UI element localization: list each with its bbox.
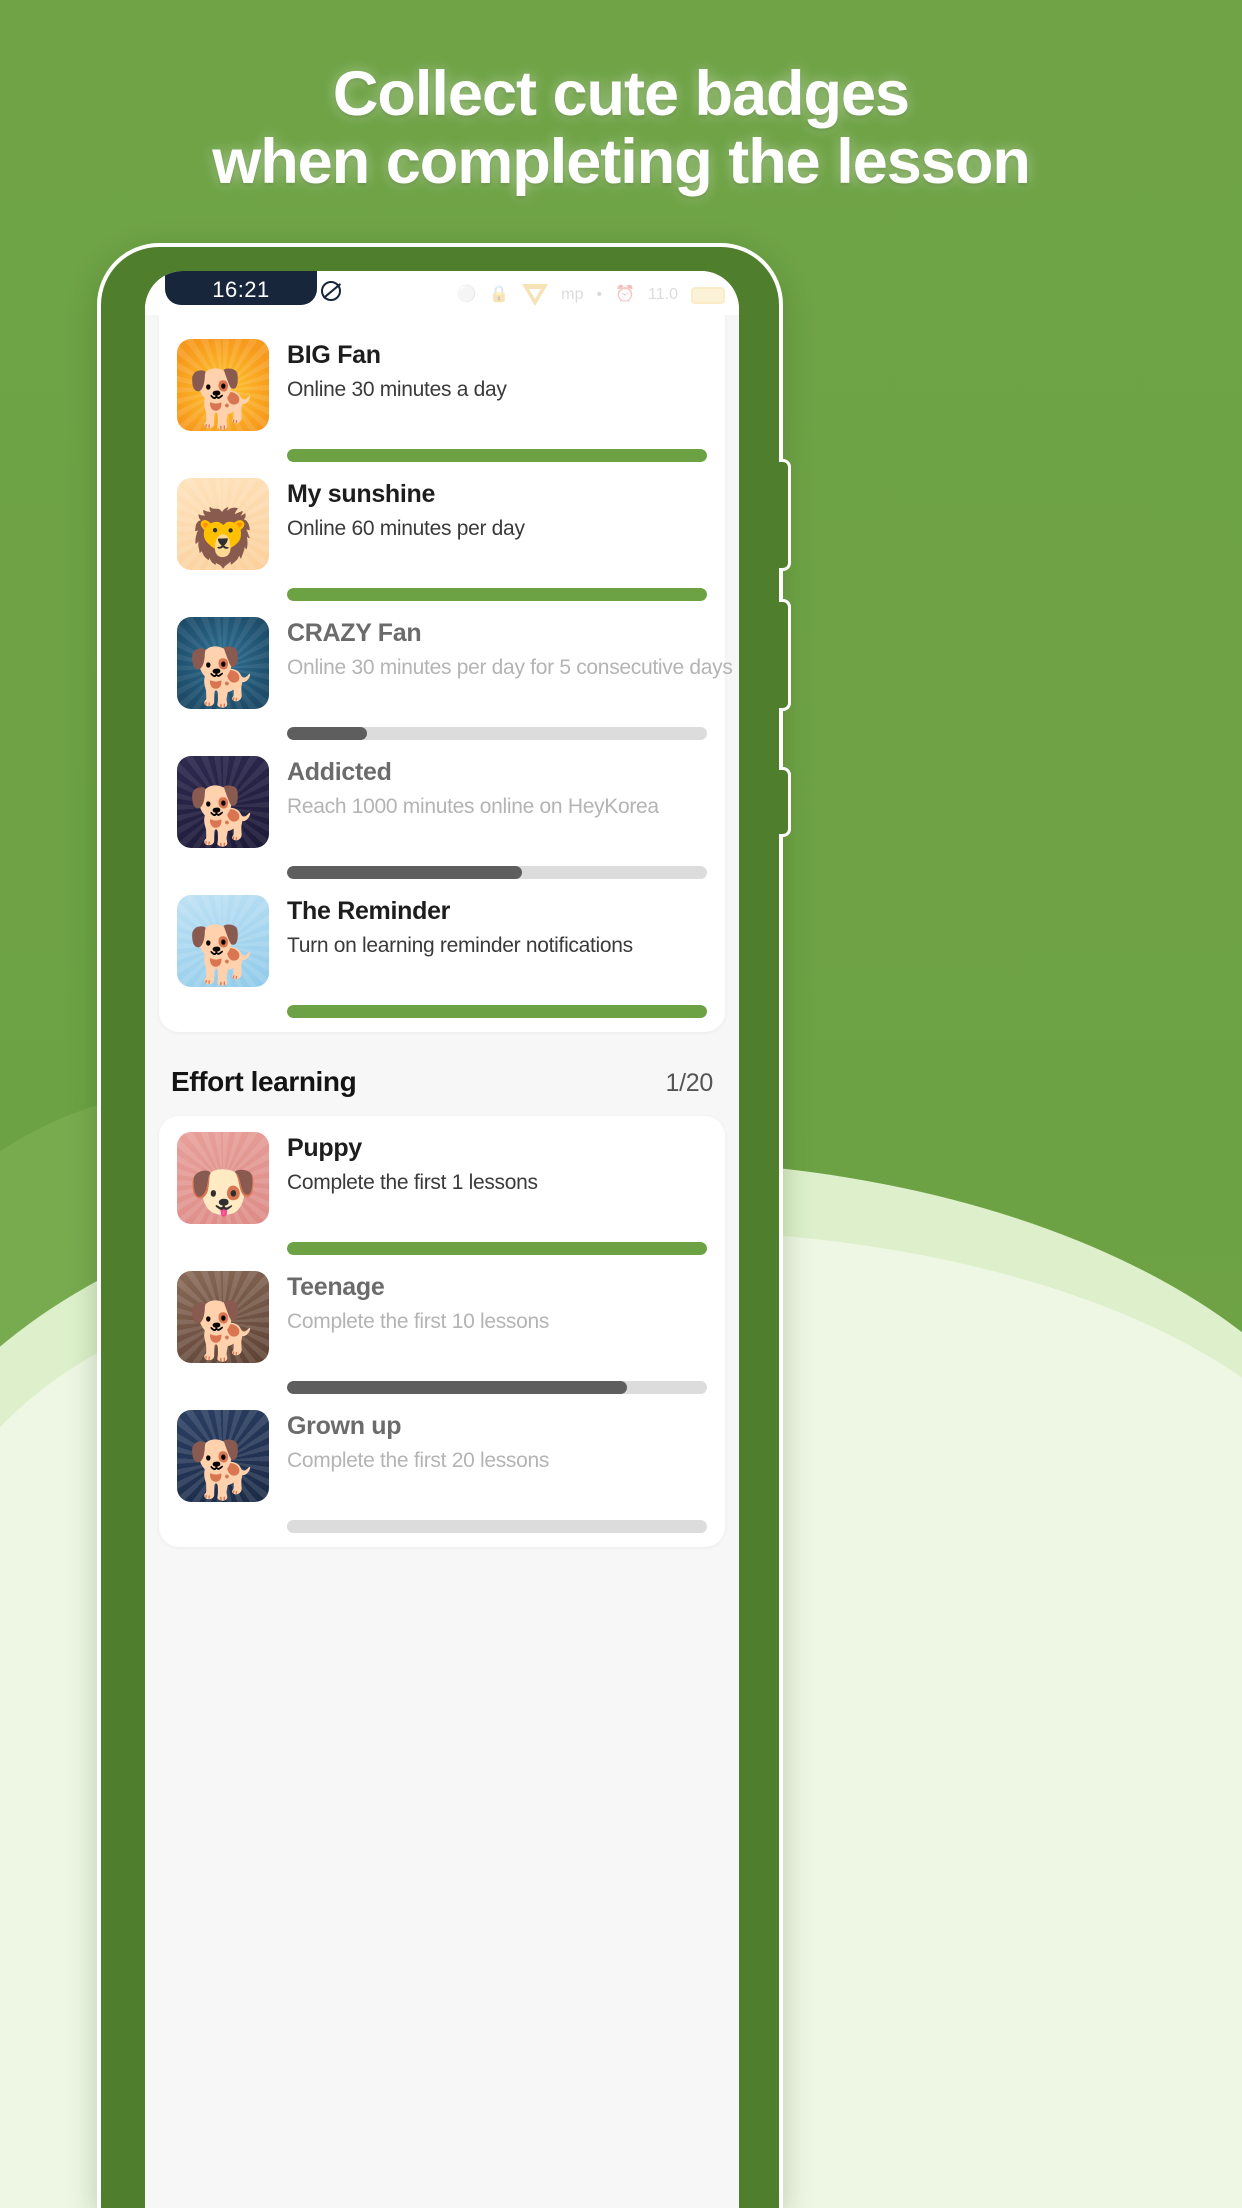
badge-artwork: 🦁 bbox=[177, 478, 269, 570]
badge-progress-bar bbox=[287, 588, 707, 601]
badge-character-icon: 🐕 bbox=[188, 645, 258, 708]
badge-progress-bar bbox=[287, 727, 707, 740]
badge-row[interactable]: 🐕 BIG Fan Online 30 minutes a day bbox=[159, 327, 725, 437]
badge-progress-fill bbox=[287, 1242, 707, 1255]
badge-progress-fill bbox=[287, 866, 523, 879]
badge-description: Complete the first 20 lessons bbox=[287, 1448, 550, 1472]
badge-title: My sunshine bbox=[287, 480, 436, 508]
play-icon bbox=[522, 284, 549, 306]
badge-title: The Reminder bbox=[287, 897, 451, 925]
promo-headline-line1: Collect cute badges bbox=[332, 59, 910, 129]
chat-icon: ⚪ bbox=[456, 286, 477, 303]
badge-sections: 🐕 BIG Fan Online 30 minutes a day 🦁 My sunsh… bbox=[145, 315, 739, 1547]
section-header: Effort learning 1/20 bbox=[145, 1032, 739, 1116]
badge-progress-fill bbox=[287, 1005, 707, 1018]
badge-progress-bar bbox=[287, 1005, 707, 1018]
badge-body: The Reminder Turn on learning reminder no… bbox=[287, 895, 707, 958]
badge-character-icon: 🐕 bbox=[188, 1438, 258, 1501]
badge-body: CRAZY Fan Online 30 minutes per day for 5… bbox=[287, 617, 733, 680]
badge-progress-bar bbox=[287, 1520, 707, 1533]
battery-icon bbox=[691, 286, 725, 304]
section-title: Effort learning bbox=[171, 1066, 357, 1097]
badge-body: Puppy Complete the first 1 lessons bbox=[287, 1132, 707, 1195]
badge-description: Complete the first 1 lessons bbox=[287, 1170, 538, 1194]
badge-row[interactable]: 🐕 CRAZY Fan Online 30 minutes per day for … bbox=[159, 605, 733, 715]
badge-character-icon: 🐶 bbox=[188, 1160, 258, 1223]
badge-row[interactable]: 🐕 Teenage Complete the first 10 lessons bbox=[159, 1259, 725, 1369]
badge-row[interactable]: 🐕 Addicted Reach 1000 minutes online on He… bbox=[159, 744, 725, 854]
promo-headline-line2: when completing the lesson bbox=[212, 127, 1031, 198]
badge-row[interactable]: 🐕 Grown up Complete the first 20 lessons bbox=[159, 1398, 725, 1508]
badge-title: BIG Fan bbox=[287, 341, 381, 369]
lock-icon: 🔒 bbox=[489, 286, 510, 303]
badge-artwork: 🐕 bbox=[177, 1271, 269, 1363]
badge-title: Puppy bbox=[287, 1134, 362, 1162]
badge-artwork: 🐕 bbox=[177, 617, 269, 709]
section-count: 1/20 bbox=[665, 1069, 714, 1097]
status-bar: 16:21 ⚪ 🔒 mp • ⏰ 11.0 bbox=[145, 271, 739, 315]
badge-progress-bar bbox=[287, 1381, 707, 1394]
badge-body: BIG Fan Online 30 minutes a day bbox=[287, 339, 707, 402]
badge-character-icon: 🐕 bbox=[188, 923, 258, 986]
badge-body: Grown up Complete the first 20 lessons bbox=[287, 1410, 707, 1473]
promo-headline: Collect cute badges when completing the … bbox=[0, 62, 1242, 195]
badge-artwork: 🐕 bbox=[177, 756, 269, 848]
badge-row[interactable]: 🐕 The Reminder Turn on learning reminder n… bbox=[159, 883, 725, 993]
badge-body: Addicted Reach 1000 minutes online on Hey… bbox=[287, 756, 707, 819]
badge-card: 🐶 Puppy Complete the first 1 lessons 🐕 Teena… bbox=[159, 1116, 725, 1547]
badge-progress-fill bbox=[287, 1381, 628, 1394]
power-button[interactable] bbox=[779, 767, 791, 837]
phone-mockup: 16:21 ⚪ 🔒 mp • ⏰ 11.0 🐕 BIG Fan Online 30 … bbox=[97, 243, 791, 2208]
badge-title: Addicted bbox=[287, 758, 392, 786]
badge-row[interactable]: 🦁 My sunshine Online 60 minutes per day bbox=[159, 466, 725, 576]
badge-description: Online 30 minutes a day bbox=[287, 377, 507, 401]
badge-description: Turn on learning reminder notifications bbox=[287, 933, 633, 957]
badge-title: Teenage bbox=[287, 1273, 385, 1301]
badge-body: Teenage Complete the first 10 lessons bbox=[287, 1271, 707, 1334]
badge-description: Complete the first 10 lessons bbox=[287, 1309, 550, 1333]
volume-down-button[interactable] bbox=[779, 599, 791, 711]
badge-title: Grown up bbox=[287, 1412, 402, 1440]
volume-up-button[interactable] bbox=[779, 459, 791, 571]
badge-character-icon: 🐕 bbox=[188, 1299, 258, 1362]
badge-body: My sunshine Online 60 minutes per day bbox=[287, 478, 707, 541]
badge-description: Online 30 minutes per day for 5 consecut… bbox=[287, 655, 733, 679]
badge-progress-fill bbox=[287, 449, 707, 462]
badge-artwork: 🐕 bbox=[177, 895, 269, 987]
badge-progress-fill bbox=[287, 727, 367, 740]
badge-row[interactable]: 🐶 Puppy Complete the first 1 lessons bbox=[159, 1120, 725, 1230]
badge-description: Reach 1000 minutes online on HeyKorea bbox=[287, 794, 659, 818]
badge-description: Online 60 minutes per day bbox=[287, 516, 525, 540]
badge-progress-fill bbox=[287, 588, 707, 601]
badge-card: 🐕 BIG Fan Online 30 minutes a day 🦁 My sunsh… bbox=[159, 315, 733, 1032]
status-bar-icons: ⚪ 🔒 mp • ⏰ 11.0 bbox=[456, 280, 725, 306]
badge-character-icon: 🐕 bbox=[188, 784, 258, 847]
badge-character-icon: 🦁 bbox=[188, 506, 258, 569]
mp-icon: mp bbox=[561, 286, 584, 303]
badge-progress-bar bbox=[287, 449, 707, 462]
bell-off-icon bbox=[321, 281, 341, 301]
signal-label: 11.0 bbox=[648, 286, 678, 303]
badge-artwork: 🐶 bbox=[177, 1132, 269, 1224]
badge-character-icon: 🐕 bbox=[188, 367, 258, 430]
badge-artwork: 🐕 bbox=[177, 339, 269, 431]
badge-progress-bar bbox=[287, 866, 707, 879]
status-bar-notch: 16:21 bbox=[165, 271, 317, 305]
dot-icon: • bbox=[596, 286, 603, 303]
badge-title: CRAZY Fan bbox=[287, 619, 422, 647]
status-bar-clock: 16:21 bbox=[212, 277, 270, 302]
badge-progress-bar bbox=[287, 1242, 707, 1255]
phone-screen: 16:21 ⚪ 🔒 mp • ⏰ 11.0 🐕 BIG Fan Online 30 … bbox=[145, 271, 739, 2208]
alarm-icon: ⏰ bbox=[615, 286, 636, 303]
badge-artwork: 🐕 bbox=[177, 1410, 269, 1502]
